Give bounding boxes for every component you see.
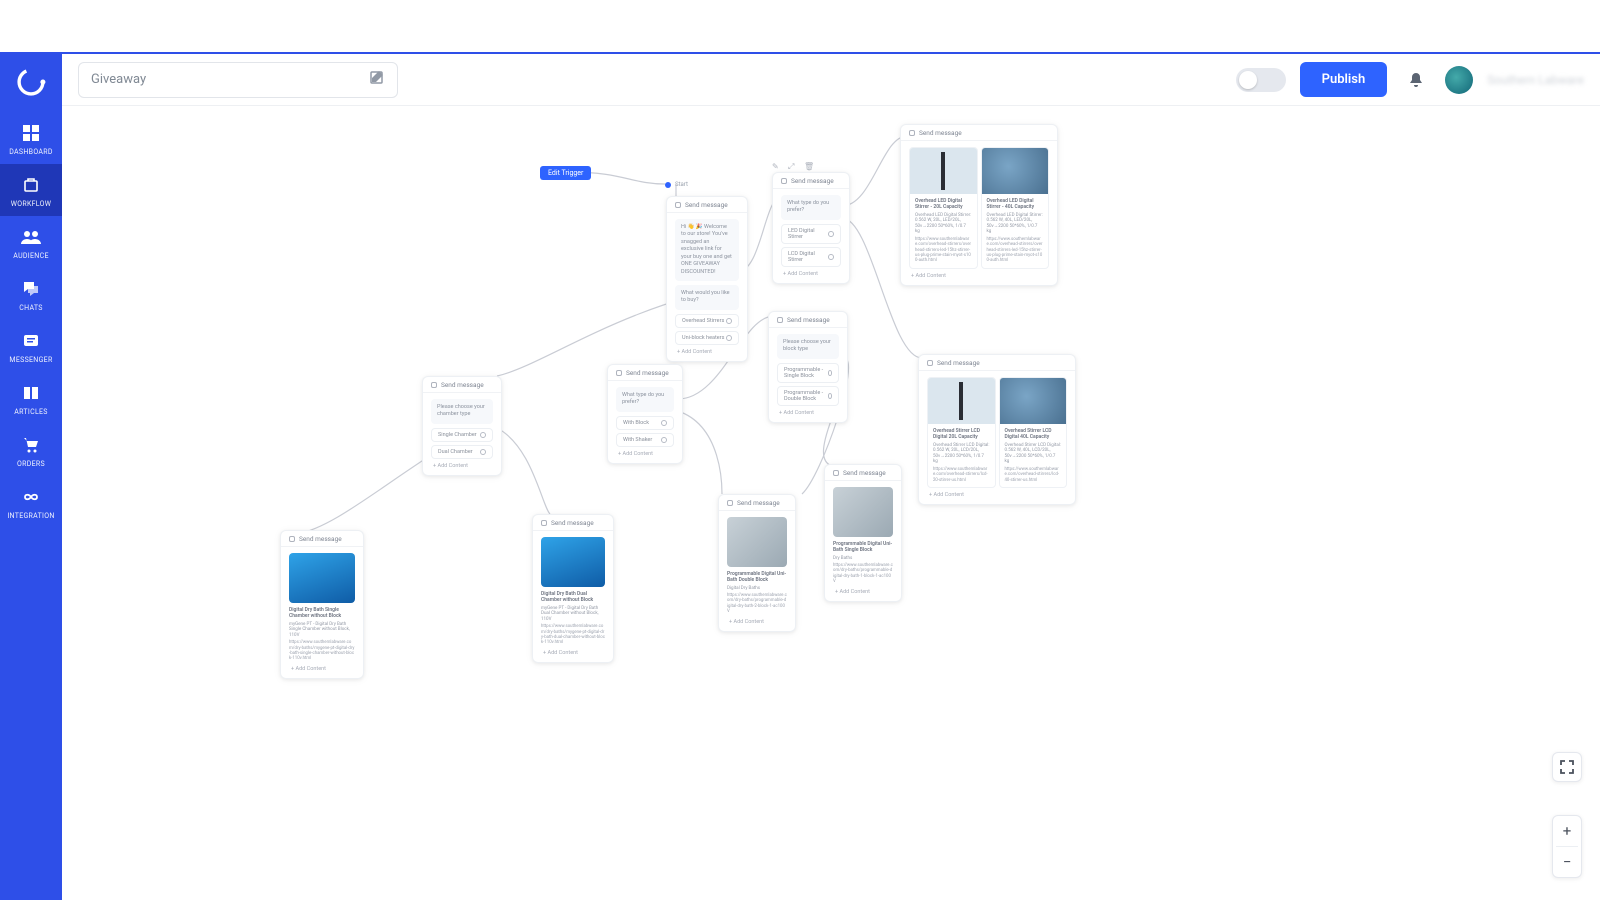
dashboard-icon	[20, 122, 42, 144]
workflow-title-text: Giveaway	[91, 72, 369, 87]
node-send-message-3[interactable]: Send message Please choose your chamber …	[422, 376, 502, 476]
sidebar: DASHBOARD WORKFLOW AUDIENCE CHATS MESSEN…	[0, 54, 62, 900]
node-products-top[interactable]: Send message Overhead LED Digital Stirre…	[900, 124, 1058, 286]
chats-icon	[20, 278, 42, 300]
nav-workflow[interactable]: WORKFLOW	[0, 164, 62, 216]
add-content[interactable]: + Add Content	[541, 646, 605, 656]
articles-icon	[20, 382, 42, 404]
option-row[interactable]: Dual Chamber	[431, 445, 493, 459]
add-content[interactable]: + Add Content	[289, 662, 355, 672]
zoom-in-button[interactable]: +	[1553, 816, 1581, 846]
header: Giveaway Publish Southern Labware	[62, 54, 1600, 106]
nav-audience[interactable]: AUDIENCE	[0, 216, 62, 268]
node-product-dual-chamber[interactable]: Send message Digital Dry Bath Dual Chamb…	[532, 514, 614, 663]
nav-label: ORDERS	[17, 460, 45, 468]
zoom-out-button[interactable]: −	[1553, 847, 1581, 877]
edit-trigger-tag[interactable]: Edit Trigger	[540, 166, 591, 180]
node-send-message-1[interactable]: Send message Hi 👋 🎉 Welcome to our store…	[666, 196, 748, 362]
zoom-controls: + −	[1552, 815, 1582, 878]
account-name: Southern Labware	[1487, 73, 1584, 87]
node-send-message-2[interactable]: Send message What type do you prefer? LE…	[772, 172, 850, 284]
avatar[interactable]	[1445, 66, 1473, 94]
add-content[interactable]: + Add Content	[781, 267, 841, 277]
add-content[interactable]: + Add Content	[727, 615, 787, 625]
node-send-message-4[interactable]: Send message What type do you prefer? Wi…	[607, 364, 683, 464]
expand-button[interactable]	[1552, 752, 1582, 782]
app-logo	[11, 62, 51, 102]
publish-button[interactable]: Publish	[1300, 62, 1388, 97]
node-product-bath-double[interactable]: Send message Programmable Digital Uni-Ba…	[718, 494, 796, 632]
add-content[interactable]: + Add Content	[431, 459, 493, 469]
option-row[interactable]: Programmable - Single Block	[777, 363, 839, 383]
people-icon	[20, 226, 42, 248]
node-controls[interactable]: ✎⤢🗑	[772, 162, 814, 172]
nav-chats[interactable]: CHATS	[0, 268, 62, 320]
nav-label: WORKFLOW	[11, 200, 52, 208]
option-row[interactable]: Programmable - Double Block	[777, 386, 839, 406]
notifications-icon[interactable]	[1401, 65, 1431, 95]
add-content[interactable]: + Add Content	[616, 447, 674, 457]
nav-label: MESSENGER	[9, 356, 52, 364]
nav-label: DASHBOARD	[9, 148, 53, 156]
option-row[interactable]: With Block	[616, 416, 674, 430]
product-card[interactable]: Overhead Stirrer LCD Digital 40L Capacit…	[999, 377, 1068, 488]
messenger-icon	[20, 330, 42, 352]
add-content[interactable]: + Add Content	[675, 345, 739, 355]
add-content[interactable]: + Add Content	[927, 488, 1067, 498]
product-card[interactable]: Overhead LED Digital Stirrer - 20L Capac…	[909, 147, 978, 269]
workflow-icon	[20, 174, 42, 196]
nav-label: AUDIENCE	[13, 252, 48, 260]
product-card[interactable]: Overhead LED Digital Stirrer - 40L Capac…	[981, 147, 1050, 269]
nav-label: CHATS	[19, 304, 43, 312]
nav-label: ARTICLES	[14, 408, 48, 416]
workflow-title-input[interactable]: Giveaway	[78, 62, 398, 98]
nav-integration[interactable]: INTEGRATION	[0, 476, 62, 528]
node-send-message-5[interactable]: Send message Please choose your block ty…	[768, 311, 848, 423]
status-toggle[interactable]	[1236, 68, 1286, 92]
edit-icon[interactable]	[369, 70, 385, 90]
option-row[interactable]: LCD Digital Stirrer	[781, 247, 841, 267]
node-product-bath-single[interactable]: Send message Programmable Digital Uni-Ba…	[824, 464, 902, 602]
nav-articles[interactable]: ARTICLES	[0, 372, 62, 424]
nav-orders[interactable]: ORDERS	[0, 424, 62, 476]
node-products-mid[interactable]: Send message Overhead Stirrer LCD Digita…	[918, 354, 1076, 505]
option-row[interactable]: LED Digital Stirrer	[781, 224, 841, 244]
nav-label: INTEGRATION	[7, 512, 54, 520]
product-card[interactable]: Overhead Stirrer LCD Digital 20L Capacit…	[927, 377, 996, 488]
nav-dashboard[interactable]: DASHBOARD	[0, 112, 62, 164]
option-row[interactable]: Overhead Stirrers	[675, 314, 739, 328]
add-content[interactable]: + Add Content	[777, 406, 839, 416]
option-row[interactable]: Single Chamber	[431, 428, 493, 442]
start-marker: Start	[665, 181, 688, 188]
option-row[interactable]: With Shaker	[616, 433, 674, 447]
infinity-icon	[20, 486, 42, 508]
add-content[interactable]: + Add Content	[909, 269, 1049, 279]
option-row[interactable]: Uni-block heaters	[675, 331, 739, 345]
node-product-single-chamber[interactable]: Send message Digital Dry Bath Single Cha…	[280, 530, 364, 679]
nav-messenger[interactable]: MESSENGER	[0, 320, 62, 372]
workflow-canvas[interactable]: Edit Trigger Start ✎⤢🗑 Send message Hi 👋…	[62, 106, 1600, 900]
add-content[interactable]: + Add Content	[833, 585, 893, 595]
cart-icon	[20, 434, 42, 456]
